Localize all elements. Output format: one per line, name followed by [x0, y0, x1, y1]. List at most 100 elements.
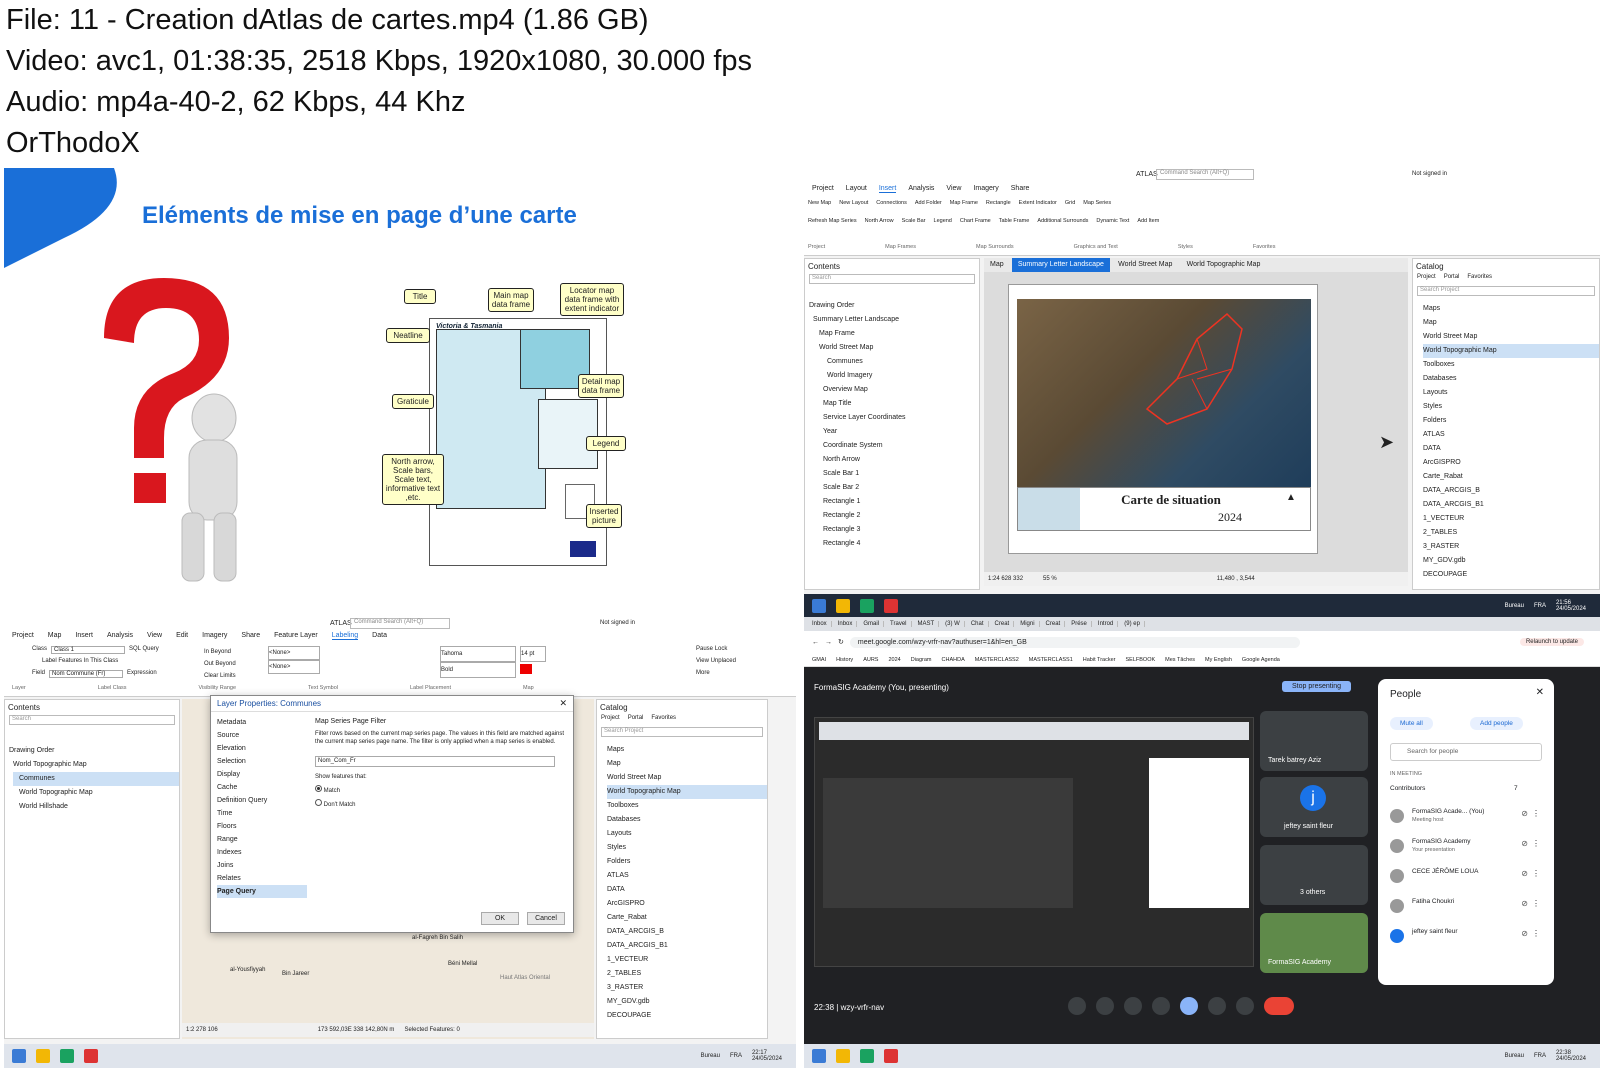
- catalog-item[interactable]: Databases: [607, 813, 767, 827]
- more-vert-icon[interactable]: ⋮: [1532, 929, 1540, 938]
- label-features-checkbox[interactable]: Label Features In This Class: [42, 658, 118, 664]
- chart-frame-button[interactable]: Chart Frame: [960, 218, 991, 224]
- font-color-swatch[interactable]: [520, 664, 532, 674]
- catalog-item[interactable]: ATLAS: [607, 869, 767, 883]
- browser-tab[interactable]: Introd: [1094, 621, 1119, 627]
- catalog-item[interactable]: Map: [607, 757, 767, 771]
- catalog-item[interactable]: Toolboxes: [1423, 358, 1599, 372]
- catalog-item[interactable]: DATA: [607, 883, 767, 897]
- expression-button[interactable]: Expression: [127, 670, 157, 678]
- explorer-icon[interactable]: [836, 598, 850, 613]
- camera-button[interactable]: [1096, 997, 1114, 1015]
- layer-item[interactable]: Scale Bar 2: [813, 481, 979, 495]
- in-beyond-button[interactable]: In Beyond: [204, 646, 236, 658]
- browser-tab[interactable]: Migni: [1016, 621, 1040, 627]
- tab-view[interactable]: View: [946, 185, 961, 193]
- dialog-menu-item[interactable]: Metadata: [217, 716, 307, 729]
- catalog-item[interactable]: Carte_Rabat: [607, 911, 767, 925]
- layer-item[interactable]: Rectangle 4: [813, 537, 979, 551]
- language-indicator[interactable]: FRA: [1534, 603, 1546, 609]
- layer-item[interactable]: North Arrow: [813, 453, 979, 467]
- catalog-item[interactable]: DATA_ARCGIS_B1: [1423, 498, 1599, 512]
- chrome-icon[interactable]: [60, 1049, 74, 1063]
- layer-item[interactable]: Rectangle 1: [813, 495, 979, 509]
- dialog-menu-item[interactable]: Floors: [217, 820, 307, 833]
- bookmark-item[interactable]: SELFBOOK: [1126, 657, 1156, 663]
- catalog-item[interactable]: MY_GDV.gdb: [607, 995, 767, 1009]
- signed-status[interactable]: Not signed in: [600, 620, 635, 626]
- catalog-item[interactable]: Maps: [607, 743, 767, 757]
- mic-off-icon[interactable]: ⊘: [1521, 899, 1528, 908]
- catalog-item[interactable]: Carte_Rabat: [1423, 470, 1599, 484]
- participant-row[interactable]: FormaSIG Academy Your presentation ⊘ ⋮: [1390, 835, 1542, 865]
- catalog-item[interactable]: DATA_ARCGIS_B1: [607, 939, 767, 953]
- catalog-item[interactable]: 3_RASTER: [1423, 540, 1599, 554]
- tab-layout[interactable]: Layout: [846, 185, 867, 193]
- browser-tab[interactable]: MAST: [914, 621, 940, 627]
- catalog-item[interactable]: 2_TABLES: [1423, 526, 1599, 540]
- dialog-menu-item[interactable]: Joins: [217, 859, 307, 872]
- reload-icon[interactable]: ↻: [838, 638, 844, 646]
- catalog-item[interactable]: Map: [1423, 316, 1599, 330]
- bookmark-item[interactable]: History: [836, 657, 853, 663]
- bookmark-item[interactable]: CHAHDA: [942, 657, 965, 663]
- catalog-tab-favorites[interactable]: Favorites: [651, 715, 676, 721]
- bookmark-item[interactable]: Habit Tracker: [1083, 657, 1116, 663]
- scale-bar-button[interactable]: Scale Bar: [902, 218, 926, 224]
- dialog-menu-item[interactable]: Source: [217, 729, 307, 742]
- browser-tab[interactable]: (9) ep: [1120, 621, 1145, 627]
- bookmark-item[interactable]: Diagram: [911, 657, 932, 663]
- ribbon-tab[interactable]: Edit: [176, 632, 188, 640]
- layer-item[interactable]: World Topographic Map: [13, 758, 179, 772]
- catalog-item[interactable]: World Street Map: [1423, 330, 1599, 344]
- layer-item[interactable]: Map Title: [813, 397, 979, 411]
- layout-map-title[interactable]: Carte de situation: [1086, 492, 1256, 508]
- chrome-icon[interactable]: [860, 1049, 874, 1063]
- connections-button[interactable]: Connections: [876, 200, 907, 206]
- font-weight-select[interactable]: Bold: [440, 662, 516, 678]
- layer-item[interactable]: Service Layer Coordinates: [813, 411, 979, 425]
- tab-insert[interactable]: Insert: [878, 185, 897, 193]
- raise-hand-button[interactable]: [1208, 997, 1226, 1015]
- layer-item[interactable]: Communes: [13, 772, 179, 786]
- tab-share[interactable]: Share: [1011, 185, 1030, 193]
- catalog-item[interactable]: Databases: [1423, 372, 1599, 386]
- ribbon-tab[interactable]: Map: [48, 632, 62, 640]
- dialog-menu-item[interactable]: Cache: [217, 781, 307, 794]
- signed-status[interactable]: Not signed in: [1412, 171, 1447, 177]
- catalog-item[interactable]: 3_RASTER: [607, 981, 767, 995]
- catalog-tab-favorites[interactable]: Favorites: [1467, 274, 1492, 280]
- relaunch-button[interactable]: Relaunch to update: [1519, 638, 1584, 646]
- layer-item[interactable]: Scale Bar 1: [813, 467, 979, 481]
- contents-search[interactable]: Search: [809, 274, 975, 284]
- forward-icon[interactable]: →: [825, 639, 832, 646]
- dont-match-radio[interactable]: [315, 799, 322, 806]
- layer-item[interactable]: Coordinate System: [813, 439, 979, 453]
- class-select[interactable]: Class 1: [51, 646, 126, 654]
- catalog-item[interactable]: Layouts: [1423, 386, 1599, 400]
- contributors-label[interactable]: Contributors: [1390, 785, 1425, 792]
- dialog-menu-item[interactable]: Time: [217, 807, 307, 820]
- more-options-button[interactable]: [1236, 997, 1254, 1015]
- catalog-search[interactable]: Search Project: [1417, 286, 1595, 296]
- pause-button[interactable]: Pause: [696, 646, 713, 652]
- bookmark-item[interactable]: MASTERCLASS2: [975, 657, 1019, 663]
- doc-tab-world-topo[interactable]: World Topographic Map: [1181, 258, 1267, 272]
- legend-button[interactable]: Legend: [934, 218, 952, 224]
- add-people-button[interactable]: Add people: [1470, 717, 1523, 730]
- more-vert-icon[interactable]: ⋮: [1532, 869, 1540, 878]
- bookmark-item[interactable]: GMAI: [812, 657, 826, 663]
- layer-item[interactable]: Year: [813, 425, 979, 439]
- browser-tab[interactable]: Inbox: [808, 621, 832, 627]
- browser-tab[interactable]: Inbox: [834, 621, 858, 627]
- layer-item[interactable]: Rectangle 2: [813, 509, 979, 523]
- explorer-icon[interactable]: [36, 1049, 50, 1063]
- layer-item[interactable]: Overview Map: [813, 383, 979, 397]
- dialog-menu-item[interactable]: Page Query: [217, 885, 307, 898]
- browser-tab[interactable]: Prése: [1067, 621, 1092, 627]
- participant-row[interactable]: CECE JÉRÔME LOUA ⊘ ⋮: [1390, 865, 1542, 895]
- command-search[interactable]: Command Search (Alt+Q): [1156, 169, 1254, 180]
- tab-imagery[interactable]: Imagery: [973, 185, 998, 193]
- ribbon-tab[interactable]: Feature Layer: [274, 632, 318, 640]
- layout-scale[interactable]: 1:24 628 332: [988, 576, 1023, 582]
